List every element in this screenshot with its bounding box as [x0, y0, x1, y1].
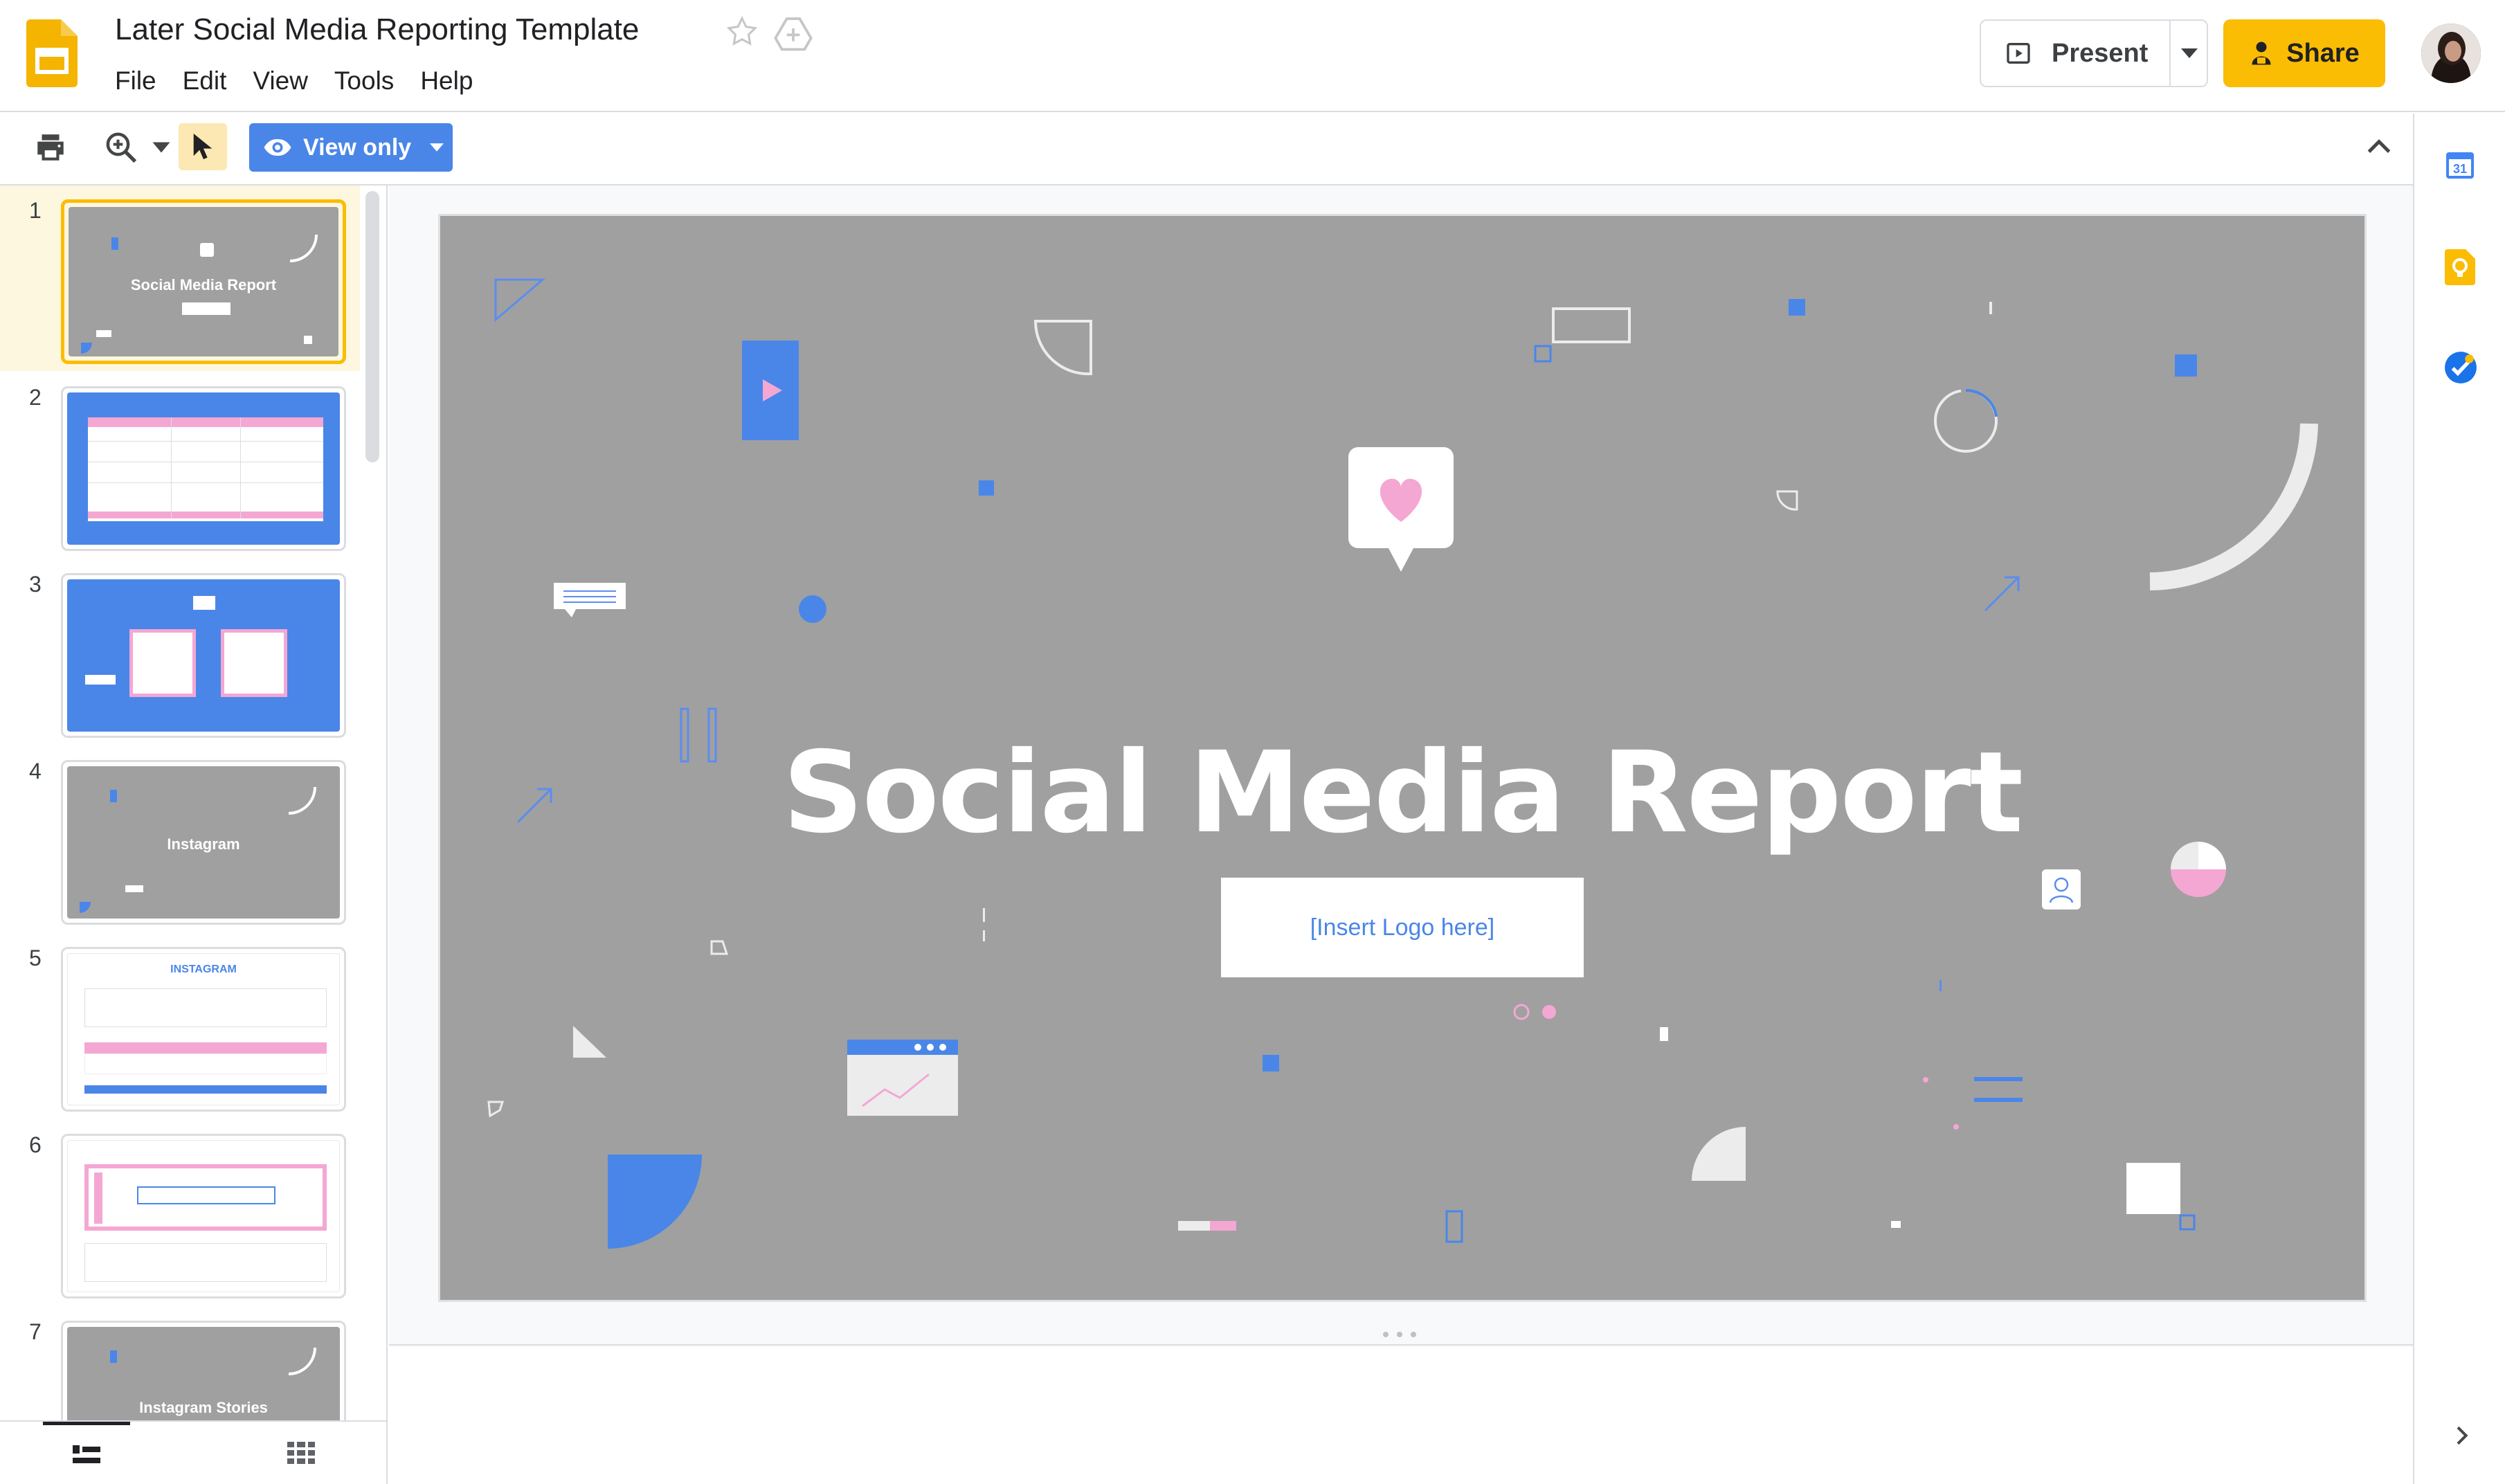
thumbnail-title: Instagram Stories [139, 1399, 268, 1416]
menu-tools[interactable]: Tools [334, 66, 394, 96]
thumbnail-canvas [67, 1140, 340, 1292]
eye-icon [264, 139, 291, 156]
slides-logo-icon[interactable] [26, 19, 78, 87]
menu-edit[interactable]: Edit [183, 66, 227, 96]
heart-bubble-icon [1348, 447, 1454, 572]
move-to-drive-icon[interactable] [774, 15, 813, 51]
chevron-right-icon[interactable] [2448, 1422, 2475, 1449]
document-title[interactable]: Later Social Media Reporting Template [115, 12, 639, 47]
slide-title[interactable]: Social Media Report [440, 728, 2364, 858]
menu-file[interactable]: File [115, 66, 156, 96]
slide-number: 7 [29, 1319, 42, 1344]
present-icon [2007, 43, 2030, 64]
speaker-notes-area[interactable] [389, 1347, 2413, 1484]
speaker-notes-divider[interactable] [389, 1326, 2413, 1346]
list-view-icon [73, 1445, 100, 1463]
menu-view[interactable]: View [253, 66, 308, 96]
chat-bubble-icon [554, 583, 626, 617]
zoom-options-icon[interactable] [151, 138, 172, 156]
thumbnail-title: Instagram [167, 835, 240, 853]
slide-thumbnail-4[interactable]: Instagram [61, 760, 346, 925]
present-button-group: Present [1980, 19, 2208, 87]
slide-canvas-area: Social Media Report [Insert Logo here] [389, 186, 2413, 1484]
toolbar: View only [0, 114, 2413, 186]
slide-number: 4 [29, 759, 42, 784]
slide-thumbnail-7[interactable]: Instagram Stories [61, 1321, 346, 1420]
share-label: Share [2286, 38, 2360, 68]
thumbnail-title: INSTAGRAM [170, 963, 237, 975]
chevron-down-icon [2181, 48, 2198, 58]
lock-person-icon [2252, 42, 2271, 65]
logo-placeholder[interactable]: [Insert Logo here] [1221, 878, 1584, 977]
menu-help[interactable]: Help [420, 66, 473, 96]
thumbnail-title: Social Media Report [130, 276, 277, 293]
view-only-label: View only [303, 134, 412, 161]
present-label: Present [2052, 38, 2149, 68]
profile-card-icon [2042, 869, 2081, 910]
svg-text:31: 31 [2453, 162, 2467, 176]
slide-thumbnail-5[interactable]: INSTAGRAM [61, 947, 346, 1112]
browser-window-icon [847, 1040, 958, 1116]
keep-icon[interactable] [2443, 249, 2477, 285]
filmstrip-view-switcher [0, 1420, 388, 1484]
chevron-down-icon [430, 143, 444, 152]
zoom-icon[interactable] [102, 129, 140, 166]
slide-thumbnail-3[interactable] [61, 573, 346, 738]
slide-thumbnail-1[interactable]: Social Media Report [61, 199, 346, 364]
view-only-button[interactable]: View only [249, 123, 418, 172]
thumbnail-canvas: INSTAGRAM [67, 953, 340, 1105]
slide-filmstrip: 1 Social Media Report 2 3 4 Instagram 5 … [0, 186, 388, 1420]
slide-number: 6 [29, 1132, 42, 1157]
avatar[interactable] [2421, 24, 2481, 83]
slide-number: 5 [29, 945, 42, 970]
thumbnail-canvas: Social Media Report [69, 207, 338, 356]
thumbnail-canvas [67, 392, 340, 545]
slide-number: 1 [29, 198, 42, 223]
drag-handle-icon[interactable] [1379, 1330, 1420, 1339]
app-header: Later Social Media Reporting Template Fi… [0, 0, 2505, 112]
present-options-button[interactable] [2171, 21, 2208, 86]
cursor-arrow-icon [193, 134, 212, 160]
slide-number: 2 [29, 385, 42, 410]
calendar-icon[interactable]: 31 [2443, 148, 2477, 181]
filmstrip-view-tab[interactable] [43, 1422, 130, 1484]
play-card-icon [742, 341, 799, 440]
side-panel: 31 [2413, 114, 2505, 1484]
tasks-icon[interactable] [2443, 350, 2478, 385]
current-slide[interactable]: Social Media Report [Insert Logo here] [440, 216, 2364, 1300]
thumbnail-canvas [67, 579, 340, 732]
present-button[interactable]: Present [1981, 21, 2169, 86]
print-icon[interactable] [33, 130, 68, 165]
menu-bar: File Edit View Tools Help [115, 66, 473, 96]
slide-thumbnail-6[interactable] [61, 1134, 346, 1298]
view-mode-options-button[interactable] [421, 123, 453, 172]
view-mode-button-group: View only [249, 123, 453, 172]
thumbnail-canvas: Instagram [67, 766, 340, 919]
star-icon[interactable] [724, 14, 760, 50]
filmstrip-scrollbar[interactable] [365, 191, 379, 462]
grid-view-tab[interactable] [257, 1422, 345, 1484]
thumbnail-canvas: Instagram Stories [67, 1327, 340, 1420]
collapse-menus-icon[interactable] [2362, 130, 2396, 165]
slide-number: 3 [29, 572, 42, 597]
grid-view-icon [287, 1442, 315, 1464]
share-button[interactable]: Share [2223, 19, 2385, 87]
select-tool-button[interactable] [179, 123, 227, 170]
slide-thumbnail-2[interactable] [61, 386, 346, 551]
